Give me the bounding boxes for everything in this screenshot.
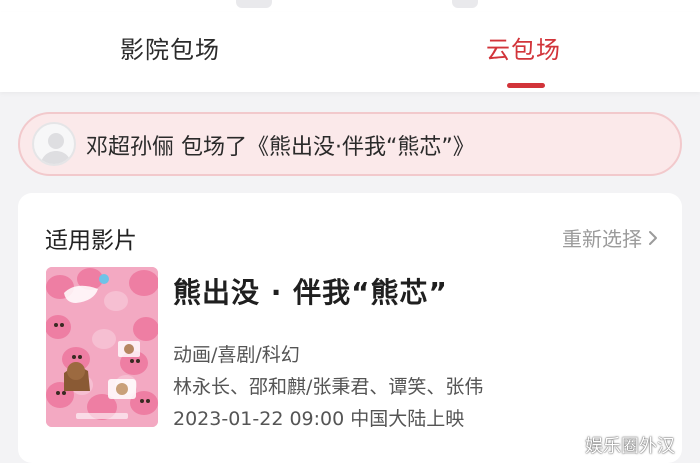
tab-cloud-booking[interactable]: 云包场 [486,30,561,65]
clipped-element [452,0,478,8]
chevron-right-icon [649,230,657,245]
tab-cinema-booking[interactable]: 影院包场 [120,30,220,65]
section-title: 适用影片 [45,228,137,254]
avatar [32,122,76,166]
tab-bar: 影院包场 云包场 [0,12,700,92]
reselect-label: 重新选择 [562,227,642,251]
watermark: 娱乐圈外汉 [560,432,675,458]
booking-banner: 邓超孙俪 包场了《熊出没·伴我“熊芯”》 [18,112,682,176]
movie-poster[interactable] [46,267,158,427]
reselect-button[interactable]: 重新选择 [562,223,658,252]
poster-artwork [46,267,158,427]
movie-genre: 动画/喜剧/科幻 [173,344,300,366]
movie-card: 适用影片 重新选择 熊出没 · 伴我“熊芯” 动画/喜剧/科幻 林永长、邵和麒/… [18,193,682,463]
user-silhouette-icon [40,133,72,164]
watermark-text: 娱乐圈外汉 [585,436,675,457]
banner-text: 邓超孙俪 包场了《熊出没·伴我“熊芯”》 [86,135,475,160]
active-tab-indicator [507,83,545,88]
top-clipped-region [0,0,700,12]
clipped-element [236,0,272,8]
weibo-logo-icon [560,437,581,454]
movie-cast: 林永长、邵和麒/张秉君、谭笑、张伟 [173,376,484,398]
movie-release-date: 2023-01-22 09:00 中国大陆上映 [173,408,465,430]
movie-title: 熊出没 · 伴我“熊芯” [173,276,448,309]
